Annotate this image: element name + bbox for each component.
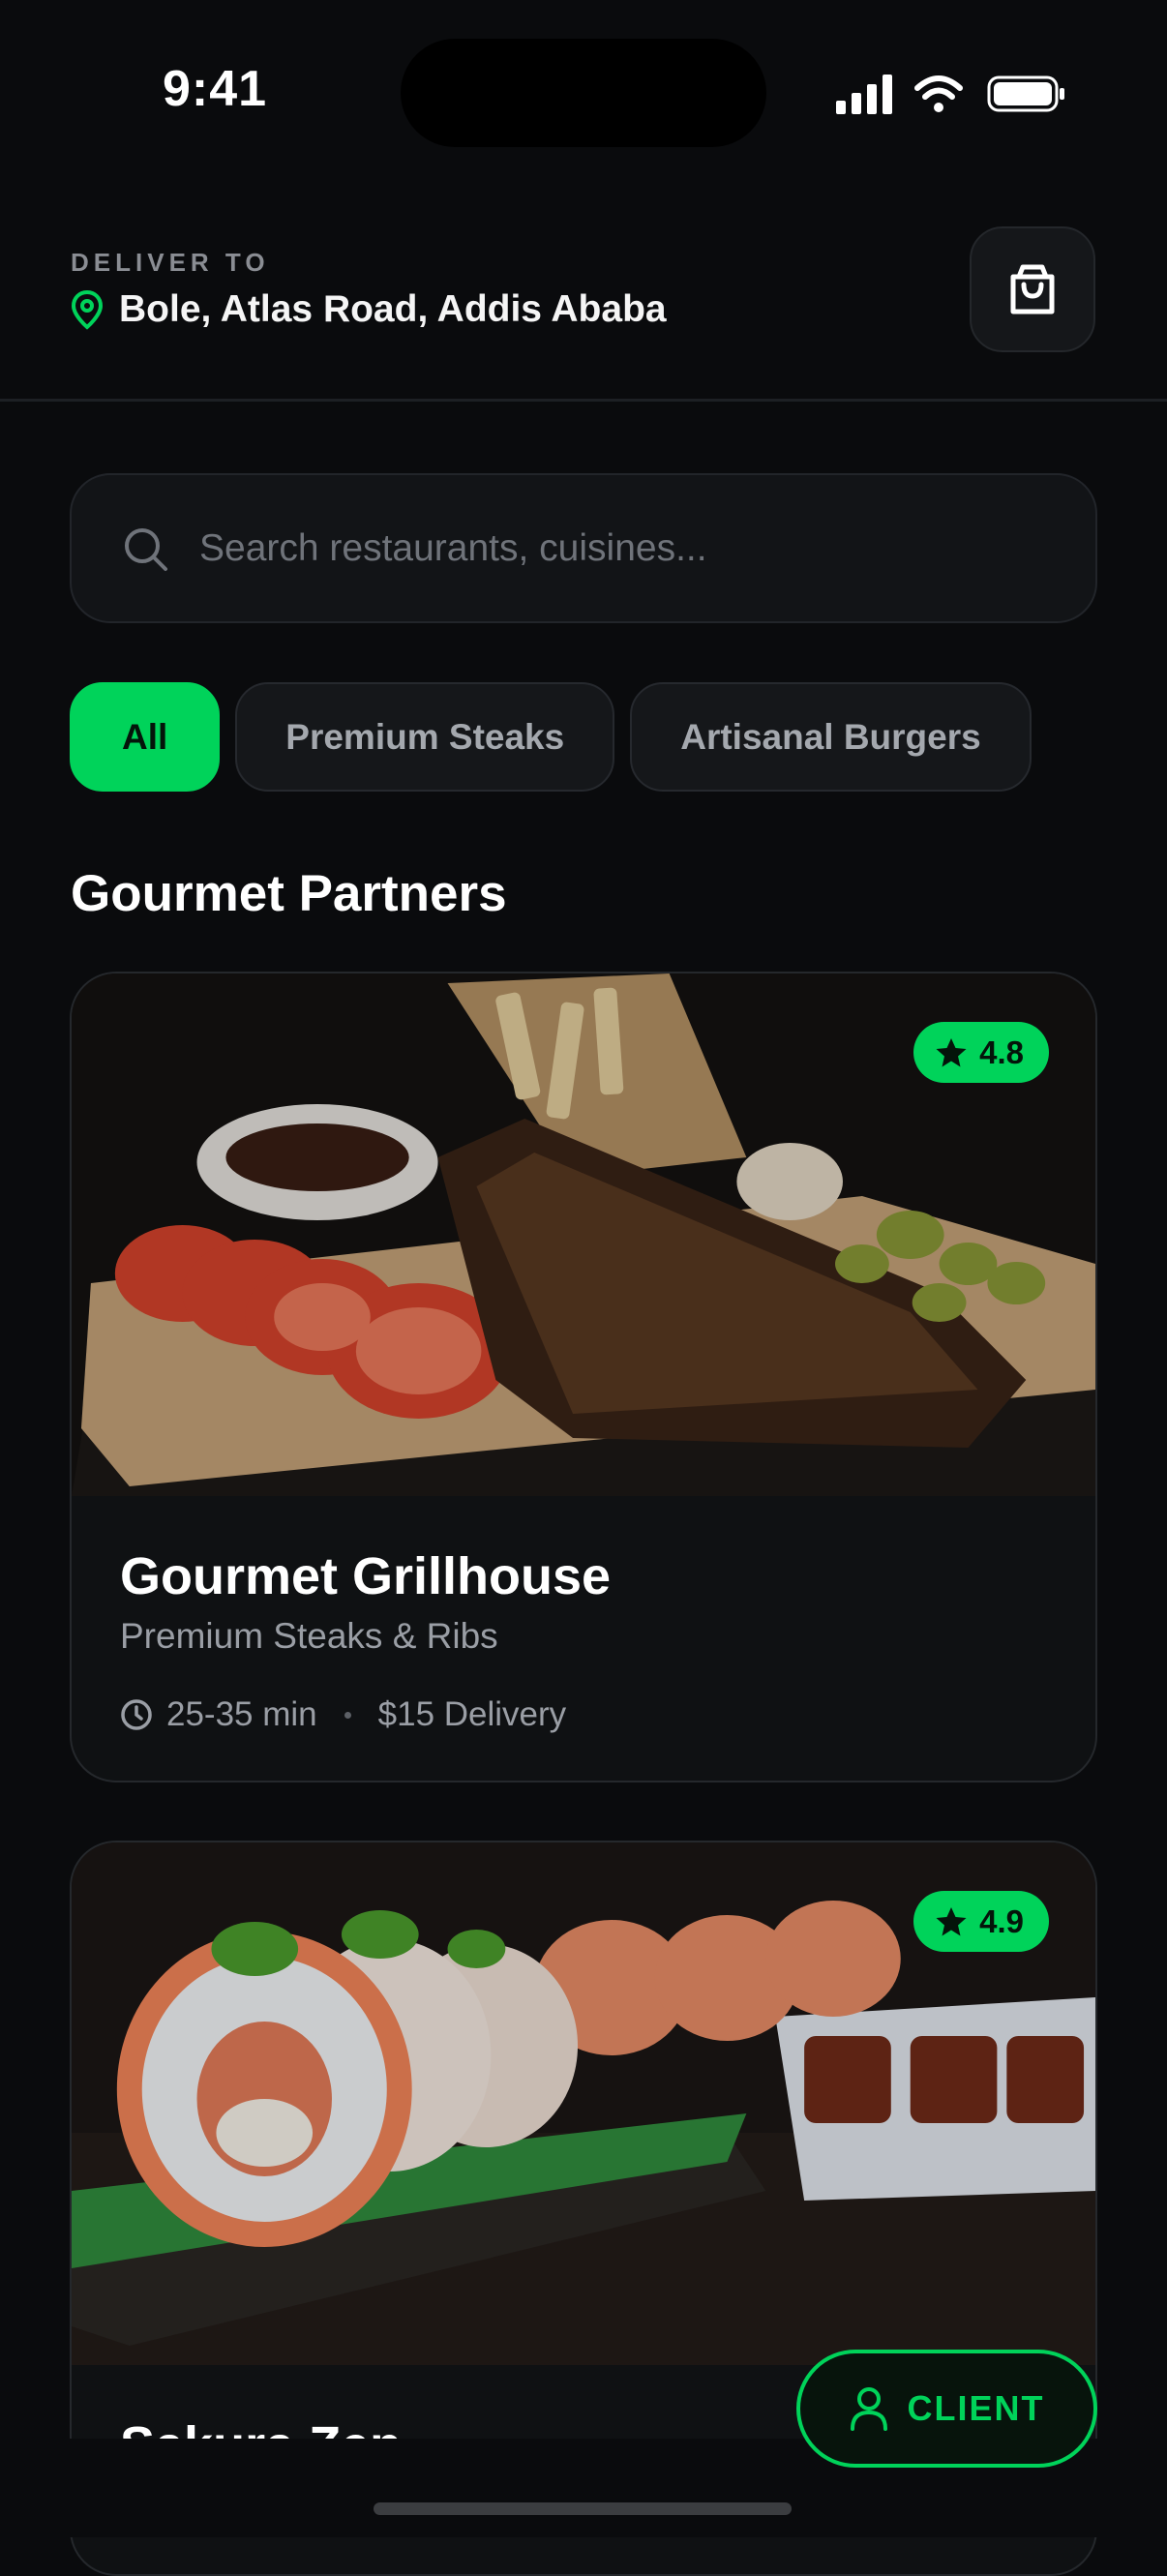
address-selector[interactable]: Bole, Atlas Road, Addis Ababa: [71, 288, 667, 331]
restaurant-cuisine: Premium Steaks & Ribs: [120, 1616, 498, 1656]
search-bar[interactable]: [70, 473, 1097, 623]
rating-value: 4.8: [979, 1033, 1024, 1070]
rating-badge: 4.8: [913, 1022, 1049, 1083]
restaurant-meta: 25-35 min $15 Delivery: [120, 1695, 566, 1734]
home-indicator: [374, 2502, 792, 2515]
clock-icon: [121, 1699, 152, 1730]
status-time: 9:41: [163, 61, 268, 117]
cart-button[interactable]: [970, 226, 1095, 352]
filter-chip-premium-steaks[interactable]: Premium Steaks: [235, 682, 615, 792]
restaurant-name: Gourmet Grillhouse: [120, 1547, 612, 1605]
meta-separator: [344, 1711, 351, 1719]
deliver-to-label: DELIVER TO: [71, 248, 270, 277]
client-button-label: CLIENT: [907, 2388, 1045, 2428]
location-pin-icon: [71, 289, 104, 330]
status-icons: [836, 75, 1064, 114]
star-icon: [936, 1037, 967, 1066]
delivery-address: Bole, Atlas Road, Addis Ababa: [119, 288, 667, 330]
section-title: Gourmet Partners: [71, 865, 507, 922]
rating-value: 4.9: [979, 1902, 1024, 1939]
filter-chip-all[interactable]: All: [70, 682, 221, 792]
battery-icon: [987, 75, 1064, 112]
restaurant-card[interactable]: 4.8 Gourmet Grillhouse Premium Steaks & …: [70, 972, 1097, 1782]
search-icon: [125, 527, 167, 571]
delivery-fee: $15 Delivery: [377, 1695, 567, 1733]
client-mode-button[interactable]: CLIENT: [796, 2350, 1097, 2468]
rating-badge: 4.9: [913, 1891, 1049, 1952]
shopping-bag-icon: [1010, 264, 1055, 315]
search-input[interactable]: [197, 525, 1024, 571]
star-icon: [936, 1906, 967, 1935]
filter-chip-artisanal-burgers[interactable]: Artisanal Burgers: [630, 682, 1032, 792]
user-icon: [850, 2387, 887, 2431]
dynamic-island: [401, 39, 766, 147]
wifi-icon: [914, 75, 963, 100]
header-divider: [0, 399, 1167, 402]
filter-chips: All Premium Steaks Artisanal Burgers: [70, 682, 1032, 792]
signal-icon: [836, 75, 892, 114]
delivery-time: 25-35 min: [166, 1695, 317, 1733]
